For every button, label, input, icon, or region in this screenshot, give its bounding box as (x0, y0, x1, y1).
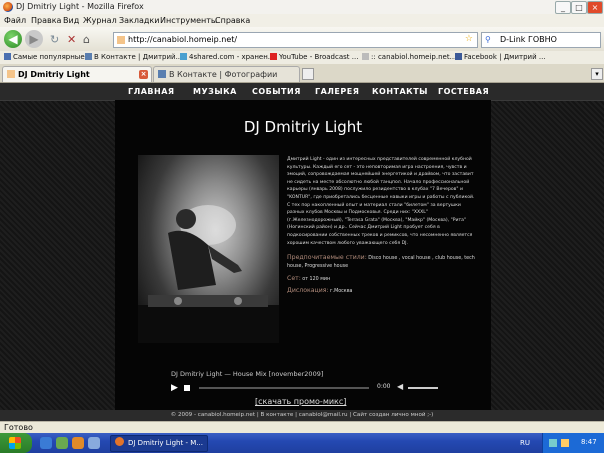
bookmark-most-visited[interactable]: Самые популярные (4, 53, 85, 61)
nav-music[interactable]: МУЗЫКА (193, 87, 237, 96)
status-text: Готово (4, 423, 33, 432)
facebook-icon (455, 53, 462, 60)
bookmark-canabiol[interactable]: :: canabiol.homeip.net... (362, 53, 456, 61)
audio-player: ▶ 0:00 ◀ (171, 382, 441, 395)
start-button[interactable] (0, 433, 32, 453)
menu-tools[interactable]: Инструменты (160, 16, 217, 25)
menu-file[interactable]: Файл (4, 16, 26, 25)
windows-logo-icon (9, 437, 21, 449)
quicklaunch-explorer-icon[interactable] (88, 437, 100, 449)
bookmark-facebook[interactable]: Facebook | Дмитрий ... (455, 53, 546, 61)
close-tab-icon[interactable]: × (139, 70, 148, 79)
back-icon[interactable]: ◀ (4, 30, 22, 48)
dj-photo (138, 155, 279, 343)
menu-history[interactable]: Журнал (83, 16, 117, 25)
bookmark-4shared[interactable]: 4shared.com - хранен... (180, 53, 274, 61)
quicklaunch-ie-icon[interactable] (40, 437, 52, 449)
nav-home[interactable]: ГЛАВНАЯ (128, 87, 175, 96)
vk-tab-icon (158, 70, 166, 78)
taskbar-firefox-task[interactable]: DJ Dmitriy Light - M... (110, 435, 208, 452)
favicon-icon (117, 36, 125, 44)
language-indicator[interactable]: RU (520, 439, 530, 447)
close-window-button[interactable]: × (587, 1, 603, 14)
tab-bar: DJ Dmitriy Light × В Контакте | Фотограф… (0, 64, 604, 83)
volume-slider[interactable] (408, 387, 438, 389)
address-url: http://canabiol.homeip.net/ (128, 35, 238, 44)
clock: 8:47 (581, 438, 597, 446)
firefox-task-icon (115, 437, 124, 446)
tray-network-icon[interactable] (549, 439, 557, 447)
stop-square-icon[interactable] (184, 385, 190, 391)
set-value: от 120 мин (302, 277, 331, 283)
time-display: 0:00 (377, 383, 391, 390)
youtube-icon (270, 53, 277, 60)
track-title: DJ Dmitriy Light — House Mix [november20… (171, 370, 324, 378)
seek-bar[interactable] (199, 387, 369, 389)
tab-vkontakte-photos[interactable]: В Контакте | Фотографии (153, 66, 300, 82)
menu-view[interactable]: Вид (63, 16, 79, 25)
menu-bar: Файл Правка Вид Журнал Закладки Инструме… (0, 14, 604, 27)
vk-icon (85, 53, 92, 60)
maximize-button[interactable]: □ (571, 1, 587, 14)
window-titlebar: DJ Dmitriy Light - Mozilla Firefox _ □ × (0, 0, 604, 14)
tray-volume-icon[interactable] (561, 439, 569, 447)
page-title: DJ Dmitriy Light (243, 118, 363, 136)
site-navigation: ГЛАВНАЯ МУЗЫКА СОБЫТИЯ ГАЛЕРЕЯ КОНТАКТЫ … (0, 83, 604, 101)
minimize-button[interactable]: _ (555, 1, 571, 14)
bookmark-folder-icon (4, 53, 11, 60)
set-label: Сет: (287, 275, 301, 283)
bookmarks-toolbar: Самые популярные В Контакте | Дмитрий...… (0, 51, 604, 65)
nav-events[interactable]: СОБЫТИЯ (252, 87, 301, 96)
nav-gallery[interactable]: ГАЛЕРЕЯ (315, 87, 359, 96)
page-icon (362, 53, 369, 60)
search-engine-icon[interactable]: ⚲ (485, 35, 491, 44)
reload-icon[interactable]: ↻ (50, 33, 59, 46)
web-page: ГЛАВНАЯ МУЗЫКА СОБЫТИЯ ГАЛЕРЕЯ КОНТАКТЫ … (0, 83, 604, 421)
quicklaunch-media-icon[interactable] (72, 437, 84, 449)
bio-block: Дмитрий Light - один из интересных предс… (287, 156, 475, 296)
dj-photo-illustration (138, 205, 279, 343)
stop-icon[interactable]: ✕ (67, 33, 76, 46)
search-value: D-Link ГОВНО (500, 35, 557, 44)
download-promo-link[interactable]: [скачать промо-микс] (255, 397, 346, 406)
window-title: DJ Dmitriy Light - Mozilla Firefox (16, 2, 144, 11)
tab-favicon-icon (7, 70, 15, 78)
all-tabs-icon[interactable]: ▾ (591, 68, 603, 80)
location-value: г.Москва (330, 288, 353, 294)
bio-text: Дмитрий Light - один из интересных предс… (287, 157, 475, 246)
home-icon[interactable]: ⌂ (83, 33, 90, 46)
menu-help[interactable]: Справка (215, 16, 250, 25)
quicklaunch-desktop-icon[interactable] (56, 437, 68, 449)
tab-dj-dmitriy-light[interactable]: DJ Dmitriy Light × (2, 66, 152, 82)
new-tab-button[interactable] (302, 68, 314, 80)
styles-label: Предпочитаемые стили: (287, 254, 367, 262)
windows-taskbar: DJ Dmitriy Light - M... RU 8:47 (0, 433, 604, 453)
location-label: Дислокация: (287, 286, 329, 294)
volume-icon[interactable]: ◀ (397, 382, 403, 391)
firefox-logo-icon (3, 2, 13, 12)
search-field[interactable]: ⚲ D-Link ГОВНО (481, 32, 601, 48)
bookmark-vkontakte[interactable]: В Контакте | Дмитрий... (85, 53, 182, 61)
bookmark-star-icon[interactable]: ☆ (465, 34, 473, 44)
4shared-icon (180, 53, 187, 60)
menu-bookmarks[interactable]: Закладки (119, 16, 159, 25)
nav-guestbook[interactable]: ГОСТЕВАЯ (438, 87, 489, 96)
site-footer: © 2009 - canabiol.homeip.net | В контакт… (0, 410, 604, 421)
forward-icon[interactable]: ▶ (25, 30, 43, 48)
play-icon[interactable]: ▶ (171, 383, 178, 393)
bookmark-youtube[interactable]: YouTube - Broadcast ... (270, 53, 358, 61)
system-tray: 8:47 (542, 433, 604, 453)
menu-edit[interactable]: Правка (31, 16, 61, 25)
address-bar[interactable]: http://canabiol.homeip.net/ ☆ (113, 32, 478, 48)
content-panel: DJ Dmitriy Light Дмитрий Light - один из… (115, 100, 491, 411)
navigation-toolbar: ◀ ▶ ↻ ✕ ⌂ http://canabiol.homeip.net/ ☆ … (0, 27, 604, 52)
nav-contacts[interactable]: КОНТАКТЫ (372, 87, 428, 96)
